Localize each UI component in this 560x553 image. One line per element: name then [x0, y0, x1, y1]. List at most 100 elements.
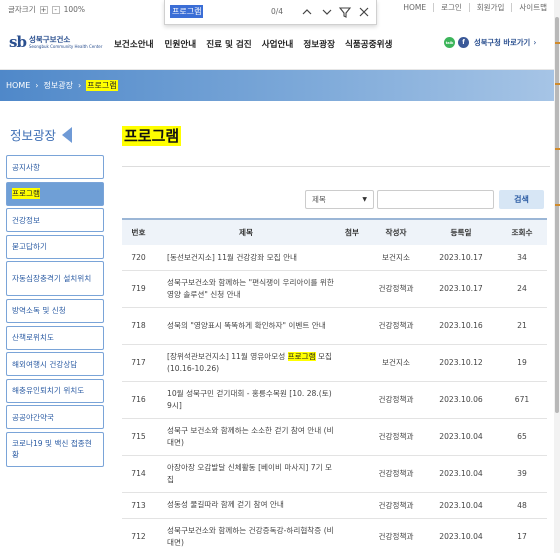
- row-number: 720: [131, 252, 146, 262]
- find-next-button[interactable]: [320, 4, 334, 18]
- side-nav-item-travel-consult[interactable]: 해외여행시 건강상담: [6, 352, 104, 377]
- find-previous-button[interactable]: [300, 4, 314, 18]
- row-title-link[interactable]: 성동성 물길따라 함께 걷기 참여 안내: [155, 492, 337, 518]
- row-title-link[interactable]: 성북구보건소와 함께하는 "편식쟁이 우리아이를 위한 영양 솔루션" 신청 안…: [155, 270, 337, 307]
- row-date: 2023.10.17: [439, 284, 483, 293]
- column-header-title: 제목: [239, 228, 253, 237]
- table-row[interactable]: 720 [동선보건지소] 11월 건강강좌 모집 안내 보건지소 2023.10…: [122, 245, 547, 270]
- row-title-link[interactable]: 성북구보건소와 함께하는 건강증독강-하리협착증 (비대면): [155, 518, 337, 553]
- match-marker: [555, 204, 560, 206]
- breadcrumb-info[interactable]: 정보광장: [43, 80, 72, 91]
- breadcrumb-home[interactable]: HOME: [6, 81, 30, 90]
- search-field-select[interactable]: 제목 ▼: [305, 190, 374, 209]
- facebook-icon[interactable]: f: [458, 37, 469, 48]
- side-nav-item-pest-trap[interactable]: 해충유인퇴치기 위치도: [6, 378, 104, 403]
- row-date: 2023.10.16: [439, 321, 483, 330]
- row-attachment: [337, 307, 367, 344]
- row-title-link[interactable]: 10월 성북구민 걷기대회 - 홍릉수목원 [10. 28.(토) 9시]: [155, 381, 337, 418]
- font-size-increase-button[interactable]: +: [39, 5, 48, 14]
- font-size-decrease-button[interactable]: -: [51, 5, 60, 14]
- row-author: 건강정책과: [378, 432, 414, 441]
- page-scrollbar[interactable]: [554, 0, 560, 553]
- side-nav-item-aed[interactable]: 자동심장충격기 설치위치: [6, 261, 104, 297]
- side-nav-item-health-info[interactable]: 건강정보: [6, 208, 104, 233]
- table-row[interactable]: 715 성북구 보건소와 함께하는 소소한 걷기 참여 안내 (비대면) 건강정…: [122, 418, 547, 455]
- shortcut-label[interactable]: 성북구청 바로가기: [474, 38, 530, 48]
- row-views: 17: [517, 532, 527, 541]
- row-author: 건강정책과: [378, 321, 414, 330]
- side-nav-item-program[interactable]: 프로그램: [6, 181, 104, 206]
- find-filter-button[interactable]: [338, 4, 352, 18]
- arrow-right-icon: ›: [533, 38, 537, 47]
- nav-item-food-hygiene[interactable]: 식품공중위생: [345, 38, 392, 50]
- side-nav-item-notice[interactable]: 공지사항: [6, 155, 104, 179]
- side-nav-item-walking-trail[interactable]: 산책로위치도: [6, 325, 104, 350]
- chevron-right-icon: ›: [35, 81, 39, 90]
- search-button[interactable]: 검색: [499, 190, 544, 209]
- table-row[interactable]: 713 성동성 물길따라 함께 걷기 참여 안내 건강정책과 2023.10.0…: [122, 492, 547, 518]
- district-office-shortcut[interactable]: talk f 성북구청 바로가기 ›: [444, 37, 536, 48]
- row-title-link[interactable]: 성북구 보건소와 함께하는 소소한 걷기 참여 안내 (비대면): [155, 418, 337, 455]
- home-link[interactable]: HOME: [396, 3, 433, 12]
- find-bar: 프로그램 0/4: [164, 0, 377, 25]
- triangle-left-icon: [62, 126, 73, 143]
- search-match-highlight: 프로그램: [287, 352, 316, 361]
- program-table: 번호 제목 첨부 작성자 등록일 조회수 720 [동선보건지소] 11월 건강…: [122, 218, 547, 553]
- nav-item-projects[interactable]: 사업안내: [262, 38, 294, 50]
- font-size-control: 글자크기 + - 100%: [8, 4, 85, 15]
- row-title-link[interactable]: [동선보건지소] 11월 건강강좌 모집 안내: [155, 245, 337, 270]
- row-author: 건강정책과: [378, 532, 414, 541]
- site-logo[interactable]: sb 성북구보건소 Seongbuk Community Health Cent…: [9, 33, 102, 51]
- nav-item-civil[interactable]: 민원안내: [165, 38, 197, 50]
- font-size-label: 글자크기: [8, 5, 36, 14]
- table-row[interactable]: 712 성북구보건소와 함께하는 건강증독강-하리협착증 (비대면) 건강정책과…: [122, 518, 547, 553]
- row-author: 건강정책과: [378, 469, 414, 478]
- find-close-button[interactable]: [357, 4, 371, 18]
- filter-icon: [338, 7, 352, 18]
- row-date: 2023.10.04: [439, 532, 483, 541]
- side-nav-item-night-pharmacy[interactable]: 공공야간약국: [6, 405, 104, 430]
- row-title-link[interactable]: 성북의 "영양표시 똑똑하게 확인하자" 이벤트 안내: [155, 307, 337, 344]
- close-icon: [359, 7, 369, 17]
- caret-down-icon: ▼: [362, 196, 367, 203]
- table-row[interactable]: 719 성북구보건소와 함께하는 "편식쟁이 우리아이를 위한 영양 솔루션" …: [122, 270, 547, 307]
- site-header: sb 성북구보건소 Seongbuk Community Health Cent…: [0, 18, 560, 70]
- table-row[interactable]: 717 [장위석관보건지소] 11월 영유아모성 프로그램 모집(10.16-1…: [122, 344, 547, 381]
- row-views: 34: [517, 252, 527, 262]
- side-nav-item-disinfection[interactable]: 방역소독 및 신청: [6, 298, 104, 323]
- table-row[interactable]: 714 아장아장 오감발달 신체활동 [베이비 마사지] 7기 모집 건강정책과…: [122, 455, 547, 492]
- row-number: 713: [131, 500, 146, 510]
- nav-item-clinic[interactable]: 진료 및 검진: [206, 38, 252, 50]
- chevron-right-icon: ›: [77, 81, 82, 90]
- login-link[interactable]: 로그인: [433, 3, 469, 12]
- row-number: 718: [131, 321, 146, 330]
- row-views: 671: [514, 395, 530, 404]
- side-nav-item-covid[interactable]: 코로나19 및 백신 접종현황: [6, 431, 104, 467]
- sitemap-link[interactable]: 사이트맵: [511, 3, 554, 12]
- logo-subtitle: Seongbuk Community Health Center: [28, 44, 103, 49]
- nav-item-info[interactable]: 정보광장: [303, 38, 335, 50]
- find-query-input[interactable]: 프로그램: [170, 5, 204, 18]
- match-marker: [555, 148, 560, 150]
- row-views: 24: [517, 284, 527, 293]
- column-header-author: 작성자: [385, 228, 407, 237]
- kakaotalk-icon[interactable]: talk: [444, 37, 455, 48]
- chevron-up-icon: [302, 9, 312, 15]
- row-attachment: [337, 270, 367, 307]
- table-header-row: 번호 제목 첨부 작성자 등록일 조회수: [122, 219, 547, 245]
- table-row[interactable]: 718 성북의 "영양표시 똑똑하게 확인하자" 이벤트 안내 건강정책과 20…: [122, 307, 547, 344]
- breadcrumb: HOME › 정보광장 › 프로그램: [6, 80, 118, 91]
- page-title: 프로그램: [122, 126, 182, 146]
- search-input[interactable]: [377, 190, 494, 209]
- signup-link[interactable]: 회원가입: [468, 3, 512, 12]
- row-number: 719: [131, 284, 146, 293]
- table-row[interactable]: 716 10월 성북구민 걷기대회 - 홍릉수목원 [10. 28.(토) 9시…: [122, 381, 547, 418]
- row-title-link[interactable]: 아장아장 오감발달 신체활동 [베이비 마사지] 7기 모집: [155, 455, 337, 492]
- row-number: 717: [131, 358, 146, 367]
- scrollbar-thumb[interactable]: [555, 17, 559, 413]
- row-title-link[interactable]: [장위석관보건지소] 11월 영유아모성 프로그램 모집(10.16-10.26…: [155, 344, 337, 381]
- nav-item-center-info[interactable]: 보건소안내: [114, 38, 154, 50]
- row-date: 2023.10.12: [439, 358, 483, 367]
- logo-name: 성북구보건소: [28, 35, 71, 44]
- side-nav-item-qna[interactable]: 묻고답하기: [6, 234, 104, 259]
